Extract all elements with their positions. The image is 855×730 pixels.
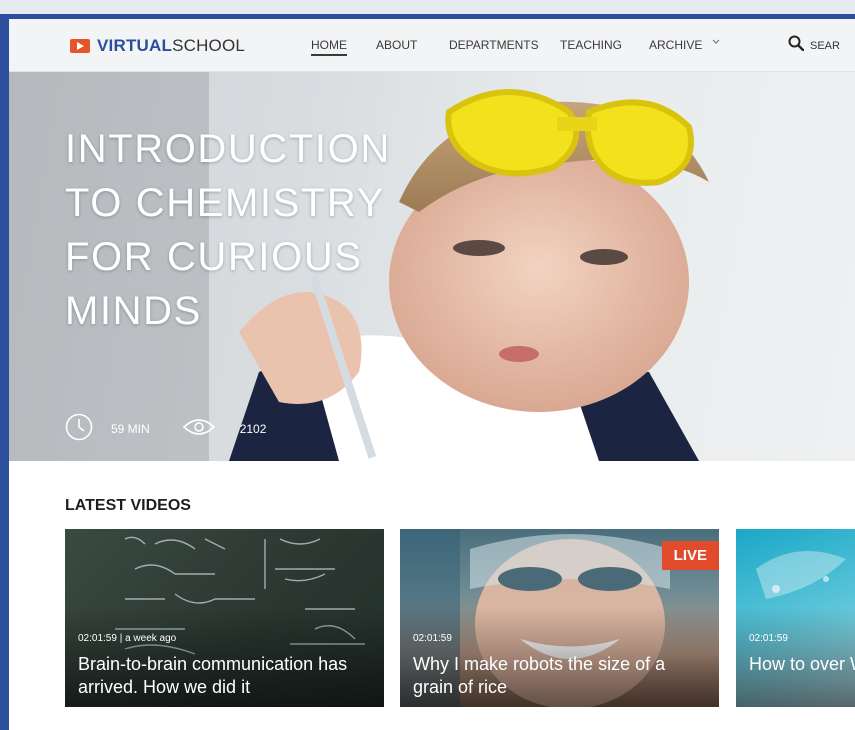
clock-icon [65, 413, 93, 444]
eye-icon [182, 417, 216, 440]
nav-about[interactable]: ABOUT [376, 38, 417, 52]
search-control[interactable]: SEAR [788, 35, 840, 56]
logo-text-light: SCHOOL [172, 36, 246, 55]
search-label: SEAR [810, 39, 840, 52]
card-meta: 02:01:59 [749, 633, 788, 644]
hero-title[interactable]: INTRODUCTION TO CHEMISTRY FOR CURIOUS MI… [65, 122, 445, 338]
card-meta: 02:01:59 | a week ago [78, 633, 177, 644]
nav-departments[interactable]: DEPARTMENTS [449, 38, 539, 52]
window-left-edge [0, 14, 9, 730]
page-content: VIRTUAL SCHOOL HOME ABOUT DEPARTMENTS TE… [9, 19, 855, 730]
video-card-2[interactable]: LIVE 02:01:59 Why I make robots the size… [400, 529, 719, 707]
video-card-1[interactable]: 02:01:59 | a week ago Brain-to-brain com… [65, 529, 384, 707]
nav-home[interactable]: HOME [311, 38, 347, 56]
logo-text-bold: VIRTUAL [97, 36, 173, 55]
video-card-3[interactable]: 02:01:59 How to over Walk boldly [736, 529, 855, 707]
site-header: VIRTUAL SCHOOL HOME ABOUT DEPARTMENTS TE… [9, 19, 855, 72]
card-meta: 02:01:59 [413, 633, 452, 644]
live-badge: LIVE [661, 541, 719, 570]
hero-duration: 59 MIN [111, 421, 150, 436]
nav-archive[interactable]: ARCHIVE [649, 38, 702, 52]
search-icon[interactable] [788, 35, 805, 56]
hero-meta: 59 MIN 2102 [65, 413, 266, 444]
latest-videos-title: LATEST VIDEOS [65, 497, 191, 514]
nav-teaching[interactable]: TEACHING [560, 38, 622, 52]
hero-banner[interactable]: INTRODUCTION TO CHEMISTRY FOR CURIOUS MI… [9, 72, 855, 461]
hero-views: 2102 [239, 421, 267, 436]
site-logo[interactable]: VIRTUAL SCHOOL [70, 36, 245, 56]
window-top-strip [0, 0, 855, 14]
chevron-down-icon[interactable] [712, 37, 720, 48]
browser-window: VIRTUAL SCHOOL HOME ABOUT DEPARTMENTS TE… [0, 0, 855, 730]
card-title[interactable]: Brain-to-brain communication has arrived… [78, 653, 368, 699]
card-title[interactable]: How to over Walk boldly [749, 653, 855, 676]
card-title[interactable]: Why I make robots the size of a grain of… [413, 653, 703, 699]
play-icon [70, 39, 90, 53]
